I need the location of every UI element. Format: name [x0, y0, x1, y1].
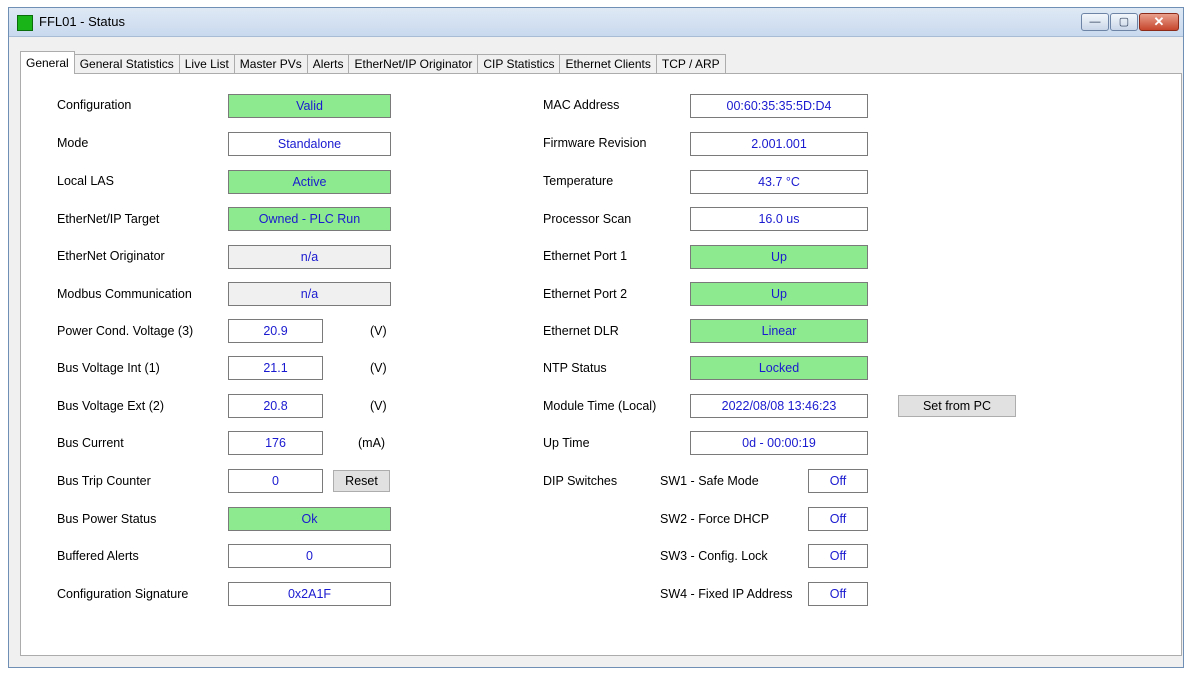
bus-voltage-int-field: 21.1 [228, 356, 323, 380]
sw1-label: SW1 - Safe Mode [660, 474, 759, 488]
temperature-label: Temperature [543, 174, 614, 188]
window-title: FFL01 - Status [39, 14, 125, 29]
close-button[interactable]: ✕ [1139, 13, 1179, 31]
bus-current-label: Bus Current [57, 436, 124, 450]
sw3-field: Off [808, 544, 868, 568]
tab-live-list[interactable]: Live List [178, 54, 235, 74]
processor-scan-field: 16.0 us [690, 207, 868, 231]
tab-cip-statistics[interactable]: CIP Statistics [477, 54, 561, 74]
dip-switches-label: DIP Switches [543, 474, 618, 488]
ethernet-port2-field: Up [690, 282, 868, 306]
power-cond-voltage-label: Power Cond. Voltage (3) [57, 324, 194, 338]
temperature-field: 43.7 °C [690, 170, 868, 194]
sw4-label: SW4 - Fixed IP Address [660, 587, 793, 601]
title-bar[interactable]: FFL01 - Status — ▢ ✕ [9, 8, 1183, 37]
tab-ethernet-clients[interactable]: Ethernet Clients [559, 54, 657, 74]
enip-target-label: EtherNet/IP Target [57, 212, 160, 226]
bus-voltage-ext-unit: (V) [370, 399, 387, 413]
power-cond-voltage-unit: (V) [370, 324, 387, 338]
firmware-revision-label: Firmware Revision [543, 136, 647, 150]
ethernet-port2-label: Ethernet Port 2 [543, 287, 628, 301]
ethernet-dlr-field: Linear [690, 319, 868, 343]
tab-ethernet-ip-originator[interactable]: EtherNet/IP Originator [348, 54, 479, 74]
enet-originator-field: n/a [228, 245, 391, 269]
tab-general[interactable]: General [20, 51, 75, 74]
sw3-label: SW3 - Config. Lock [660, 549, 768, 563]
tab-master-pvs[interactable]: Master PVs [233, 54, 308, 74]
local-las-field: Active [228, 170, 391, 194]
reset-button[interactable]: Reset [333, 470, 390, 492]
tab-strip: General General Statistics Live List Mas… [20, 51, 726, 74]
buffered-alerts-field: 0 [228, 544, 391, 568]
processor-scan-label: Processor Scan [543, 212, 632, 226]
bus-voltage-ext-label: Bus Voltage Ext (2) [57, 399, 165, 413]
app-status-icon [17, 15, 33, 31]
sw2-label: SW2 - Force DHCP [660, 512, 770, 526]
bus-voltage-int-label: Bus Voltage Int (1) [57, 361, 160, 375]
configuration-field: Valid [228, 94, 391, 118]
bus-trip-counter-field: 0 [228, 469, 323, 493]
config-signature-field: 0x2A1F [228, 582, 391, 606]
bus-current-unit: (mA) [358, 436, 386, 450]
bus-voltage-ext-field: 20.8 [228, 394, 323, 418]
bus-power-status-label: Bus Power Status [57, 512, 157, 526]
minimize-button[interactable]: — [1081, 13, 1109, 31]
ethernet-port1-field: Up [690, 245, 868, 269]
tab-general-statistics[interactable]: General Statistics [73, 54, 180, 74]
ethernet-port1-label: Ethernet Port 1 [543, 249, 628, 263]
mode-field: Standalone [228, 132, 391, 156]
tab-tcp-arp[interactable]: TCP / ARP [655, 54, 726, 74]
ethernet-dlr-label: Ethernet DLR [543, 324, 619, 338]
sw2-field: Off [808, 507, 868, 531]
power-cond-voltage-field: 20.9 [228, 319, 323, 343]
sw4-field: Off [808, 582, 868, 606]
configuration-label: Configuration [57, 98, 132, 112]
bus-power-status-field: Ok [228, 507, 391, 531]
mac-address-field: 00:60:35:35:5D:D4 [690, 94, 868, 118]
mac-address-label: MAC Address [543, 98, 620, 112]
modbus-label: Modbus Communication [57, 287, 192, 301]
set-from-pc-button[interactable]: Set from PC [898, 395, 1016, 417]
bus-trip-counter-label: Bus Trip Counter [57, 474, 151, 488]
local-las-label: Local LAS [57, 174, 114, 188]
ntp-status-field: Locked [690, 356, 868, 380]
modbus-field: n/a [228, 282, 391, 306]
mode-label: Mode [57, 136, 89, 150]
bus-voltage-int-unit: (V) [370, 361, 387, 375]
ntp-status-label: NTP Status [543, 361, 607, 375]
sw1-field: Off [808, 469, 868, 493]
module-time-label: Module Time (Local) [543, 399, 657, 413]
up-time-label: Up Time [543, 436, 590, 450]
bus-current-field: 176 [228, 431, 323, 455]
firmware-revision-field: 2.001.001 [690, 132, 868, 156]
buffered-alerts-label: Buffered Alerts [57, 549, 139, 563]
module-time-field: 2022/08/08 13:46:23 [690, 394, 868, 418]
maximize-button[interactable]: ▢ [1110, 13, 1138, 31]
config-signature-label: Configuration Signature [57, 587, 189, 601]
up-time-field: 0d - 00:00:19 [690, 431, 868, 455]
enet-originator-label: EtherNet Originator [57, 249, 165, 263]
enip-target-field: Owned - PLC Run [228, 207, 391, 231]
tab-alerts[interactable]: Alerts [306, 54, 350, 74]
